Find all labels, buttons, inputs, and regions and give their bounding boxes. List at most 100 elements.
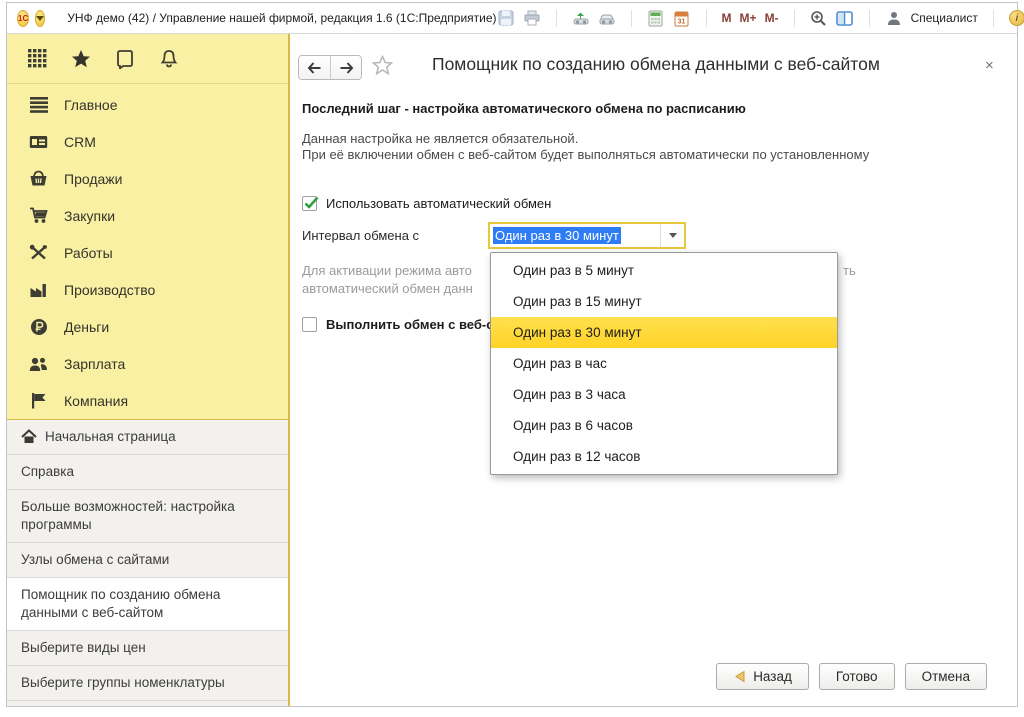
dropdown-option[interactable]: Один раз в час xyxy=(491,348,837,379)
tools-icon xyxy=(29,243,48,262)
back-button[interactable]: Назад xyxy=(716,663,809,690)
sidebar-quick-icons xyxy=(7,34,288,84)
sidebar-item-works[interactable]: Работы xyxy=(7,234,288,271)
dropdown-option[interactable]: Один раз в 3 часа xyxy=(491,379,837,410)
notifications-bell-icon[interactable] xyxy=(159,49,179,69)
split-window-icon[interactable] xyxy=(836,9,854,27)
window-title: УНФ демо (42) / Управление нашей фирмой,… xyxy=(67,11,496,25)
memory-m-button[interactable]: М xyxy=(722,11,732,25)
sidebar-item-label: CRM xyxy=(64,134,96,150)
nav-item-label: Начальная страница xyxy=(45,428,176,446)
divider xyxy=(993,10,994,27)
sidebar-item-label: Главное xyxy=(64,97,118,113)
sidebar-item-salary[interactable]: Зарплата xyxy=(7,345,288,382)
ruble-coin-icon xyxy=(29,317,48,336)
sidebar-item-purchases[interactable]: Закупки xyxy=(7,197,288,234)
menu-lines-icon xyxy=(29,95,48,114)
arrow-right-icon xyxy=(339,62,354,74)
app-window: 1С УНФ демо (42) / Управление нашей фирм… xyxy=(6,2,1018,707)
sidebar-item-main[interactable]: Главное xyxy=(7,86,288,123)
sidebar: Главное CRM Продажи Закупки xyxy=(7,34,290,706)
nav-item-exchange-wizard[interactable]: Помощник по созданию обмена данными с ве… xyxy=(7,578,288,631)
main-menu-button[interactable] xyxy=(35,10,45,27)
memory-m-minus-button[interactable]: М- xyxy=(765,11,779,25)
activation-hint-line1-tail: ть xyxy=(843,263,856,278)
calendar-icon[interactable]: 31 xyxy=(673,9,691,27)
dropdown-option[interactable]: Один раз в 15 минут xyxy=(491,286,837,317)
combobox-value: Один раз в 30 минут xyxy=(490,224,660,247)
nav-item-home[interactable]: Начальная страница xyxy=(7,420,288,455)
chevron-down-icon xyxy=(669,233,677,238)
unload-data-icon[interactable] xyxy=(598,9,616,27)
1c-logo-icon: 1С xyxy=(17,10,29,27)
nav-item-help[interactable]: Справка xyxy=(7,455,288,490)
history-icon[interactable] xyxy=(115,49,135,69)
nav-item-more-settings[interactable]: Больше возможностей: настройка программы xyxy=(7,490,288,543)
nav-item-label: Узлы обмена с сайтами xyxy=(21,551,169,569)
dropdown-option[interactable]: Один раз в 12 часов xyxy=(491,441,837,472)
nav-item-price-kinds[interactable]: Выберите виды цен xyxy=(7,631,288,666)
sidebar-item-sales[interactable]: Продажи xyxy=(7,160,288,197)
zoom-icon[interactable] xyxy=(810,9,828,27)
divider xyxy=(794,10,795,27)
dropdown-option[interactable]: Один раз в 5 минут xyxy=(491,255,837,286)
print-icon[interactable] xyxy=(523,9,541,27)
star-outline-icon xyxy=(372,55,393,76)
nav-item-label: Больше возможностей: настройка программы xyxy=(21,498,280,534)
sidebar-modules: Главное CRM Продажи Закупки xyxy=(7,84,288,419)
sidebar-item-label: Закупки xyxy=(64,208,115,224)
nav-item-site-exchange-nodes[interactable]: Узлы обмена с сайтами xyxy=(7,543,288,578)
close-icon[interactable]: × xyxy=(985,58,994,73)
forward-arrow-button[interactable] xyxy=(330,56,361,79)
back-arrow-button[interactable] xyxy=(299,56,330,79)
info-icon[interactable]: i xyxy=(1009,10,1024,26)
step-heading: Последний шаг - настройка автоматическог… xyxy=(302,101,746,116)
sidebar-item-production[interactable]: Производство xyxy=(7,271,288,308)
divider xyxy=(869,10,870,27)
favorites-star-icon[interactable] xyxy=(71,49,91,69)
interval-combobox[interactable]: Один раз в 30 минут xyxy=(488,222,686,249)
arrow-left-icon xyxy=(307,62,322,74)
divider xyxy=(706,10,707,27)
sidebar-item-label: Деньги xyxy=(64,319,109,335)
flag-icon xyxy=(29,391,48,410)
done-button[interactable]: Готово xyxy=(819,663,895,690)
favorite-star-button[interactable] xyxy=(372,55,393,76)
cancel-button[interactable]: Отмена xyxy=(905,663,987,690)
checkmark-icon xyxy=(303,196,320,211)
nav-item-item-groups[interactable]: Выберите группы номенклатуры xyxy=(7,666,288,701)
main-content: Помощник по созданию обмена данными с ве… xyxy=(290,34,1017,706)
interval-dropdown-list: Один раз в 5 минут Один раз в 15 минут О… xyxy=(490,252,838,475)
activation-hint-line2: автоматический обмен данн xyxy=(302,281,473,296)
screen: 1С УНФ демо (42) / Управление нашей фирм… xyxy=(0,0,1024,717)
manual-exchange-checkbox[interactable] xyxy=(302,317,317,332)
nav-item-label: Справка xyxy=(21,463,74,481)
memory-m-plus-button[interactable]: М+ xyxy=(740,11,757,25)
basket-icon xyxy=(29,169,48,188)
load-data-icon[interactable] xyxy=(572,9,590,27)
sections-grid-icon[interactable] xyxy=(27,49,47,69)
factory-icon xyxy=(29,280,48,299)
nav-item-label: Выберите виды цен xyxy=(21,639,146,657)
save-icon[interactable] xyxy=(497,9,515,27)
divider xyxy=(631,10,632,27)
sidebar-item-company[interactable]: Компания xyxy=(7,382,288,419)
wizard-footer: Назад Готово Отмена xyxy=(716,663,987,690)
combobox-dropdown-button[interactable] xyxy=(660,224,684,247)
dropdown-option[interactable]: Один раз в 6 часов xyxy=(491,410,837,441)
auto-exchange-label: Использовать автоматический обмен xyxy=(326,196,551,211)
contact-card-icon xyxy=(29,132,48,151)
description-line-1: Данная настройка не является обязательно… xyxy=(302,131,578,148)
sidebar-item-money[interactable]: Деньги xyxy=(7,308,288,345)
auto-exchange-checkbox[interactable] xyxy=(302,196,317,211)
calculator-icon[interactable] xyxy=(647,9,665,27)
back-triangle-icon xyxy=(733,670,746,683)
cart-icon xyxy=(29,206,48,225)
page-title: Помощник по созданию обмена данными с ве… xyxy=(432,54,880,75)
svg-text:31: 31 xyxy=(678,18,686,25)
sidebar-item-crm[interactable]: CRM xyxy=(7,123,288,160)
chevron-down-icon xyxy=(36,16,44,21)
sidebar-item-label: Работы xyxy=(64,245,113,261)
current-user-label[interactable]: Специалист xyxy=(911,11,978,25)
dropdown-option-selected[interactable]: Один раз в 30 минут xyxy=(491,317,837,348)
